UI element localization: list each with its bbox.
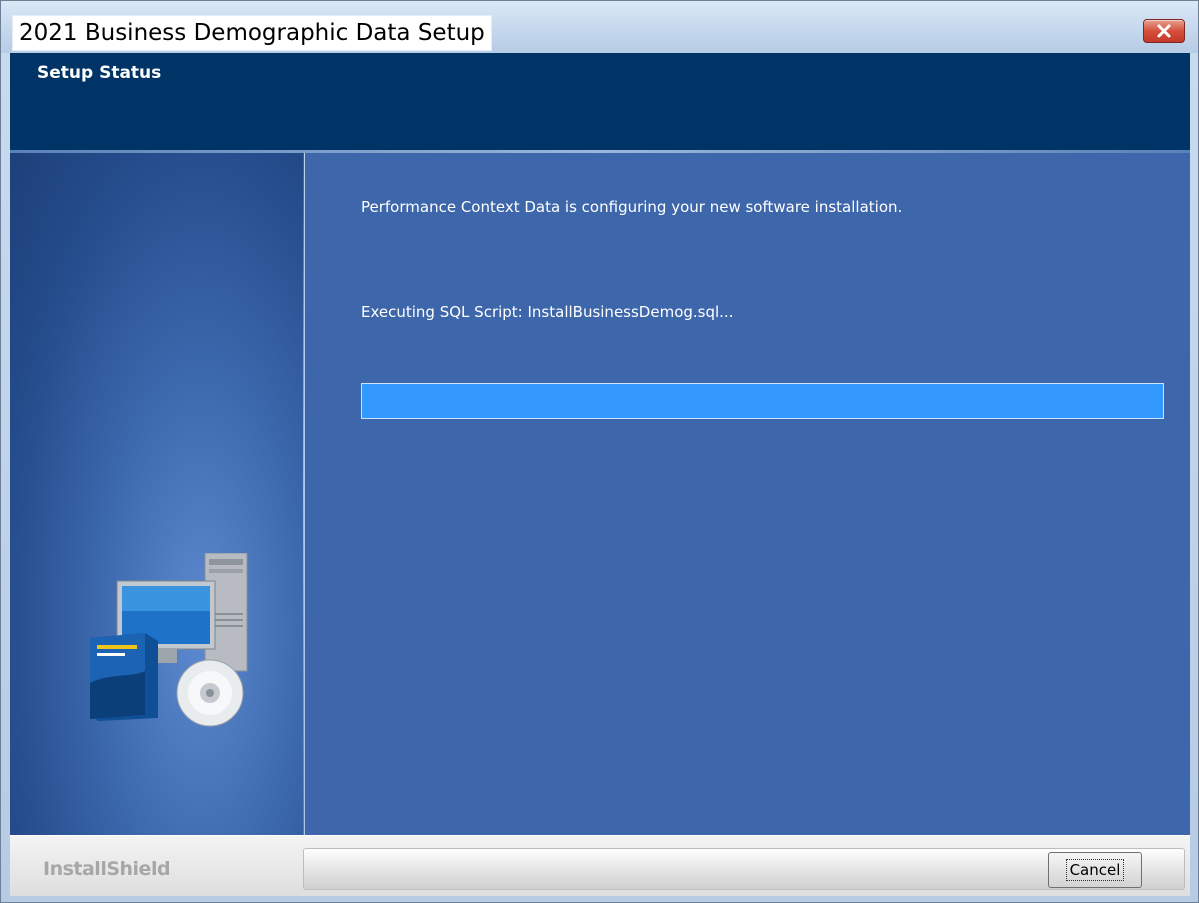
computer-with-disc-icon <box>90 553 248 727</box>
window-title: 2021 Business Demographic Data Setup <box>12 15 492 51</box>
page-title: Setup Status <box>37 63 162 83</box>
title-bar: 2021 Business Demographic Data Setup <box>1 1 1198 53</box>
close-button[interactable] <box>1143 19 1185 43</box>
status-message: Performance Context Data is configuring … <box>361 198 903 216</box>
footer: InstallShield Cancel <box>10 835 1190 896</box>
progress-bar <box>361 383 1164 419</box>
cancel-button[interactable]: Cancel <box>1048 852 1142 888</box>
setup-window: 2021 Business Demographic Data Setup Set… <box>0 0 1199 903</box>
progress-bar-fill <box>362 384 1163 418</box>
main-panel: Performance Context Data is configuring … <box>305 153 1190 835</box>
side-panel <box>10 153 304 835</box>
action-message: Executing SQL Script: InstallBusinessDem… <box>361 303 734 321</box>
installshield-logo: InstallShield <box>43 858 171 880</box>
cancel-button-label: Cancel <box>1065 859 1125 881</box>
close-icon <box>1157 24 1171 38</box>
header-band: Setup Status <box>10 53 1190 151</box>
